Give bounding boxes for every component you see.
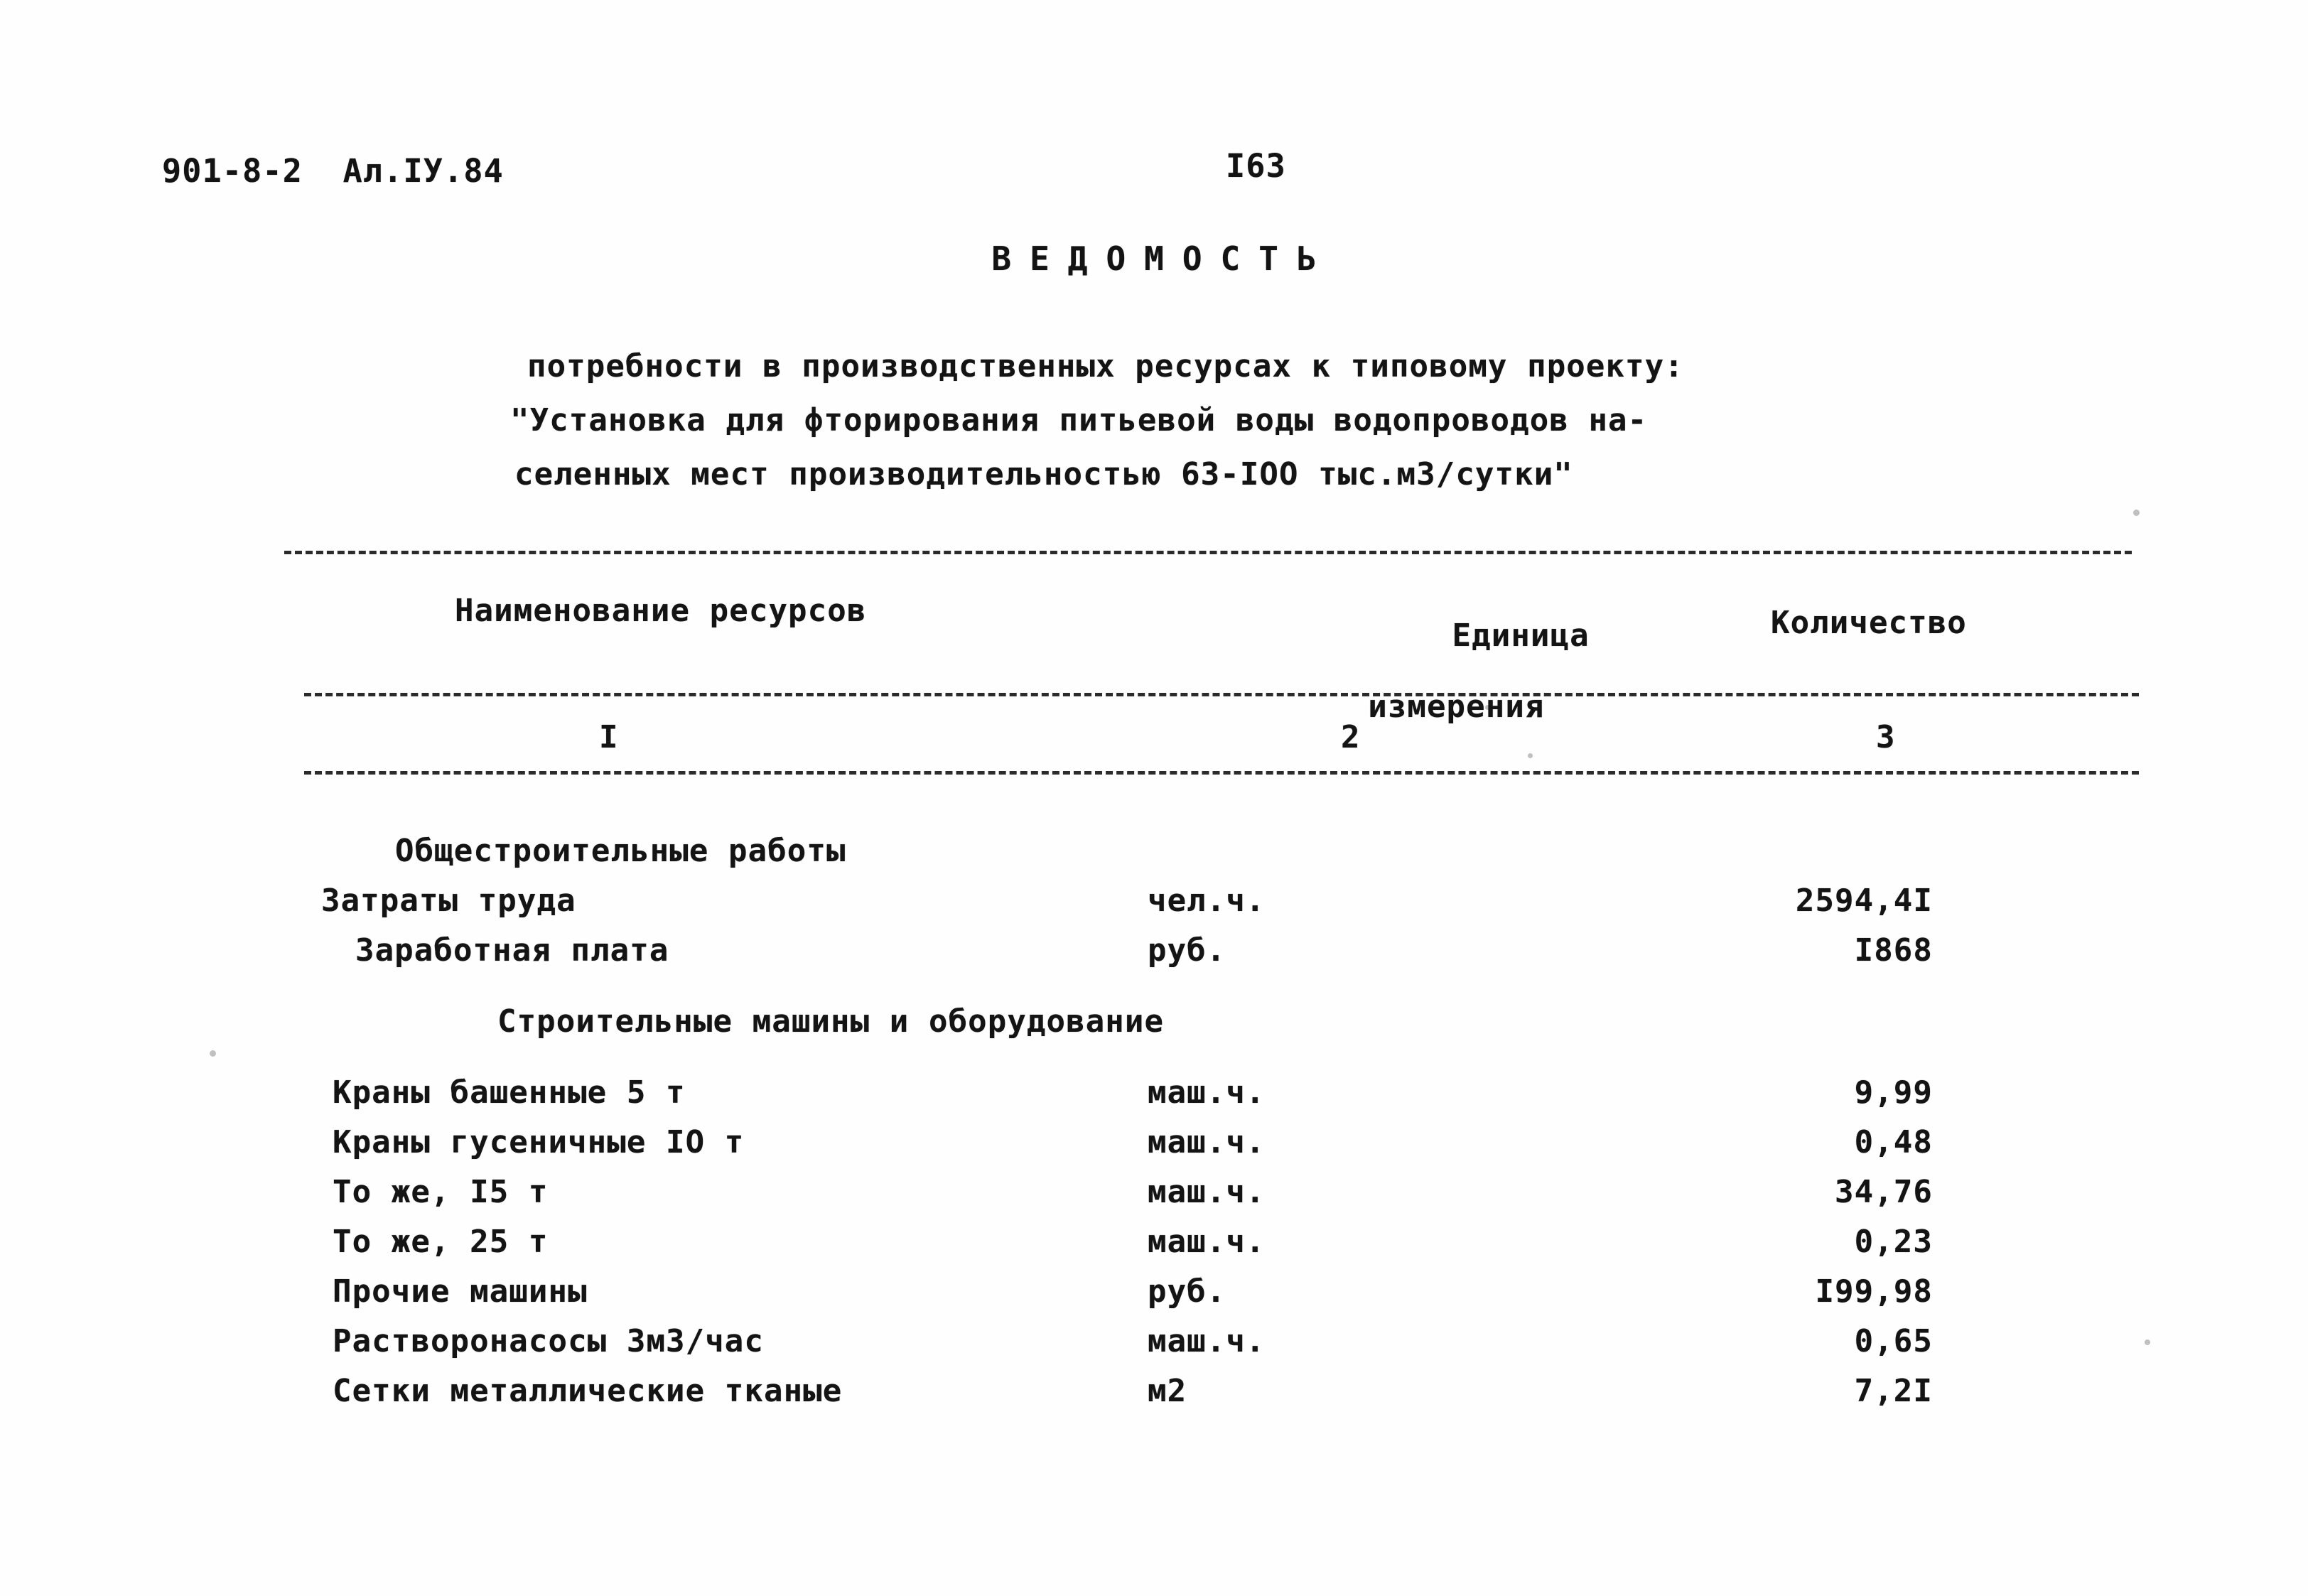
subtitle-line-2: "Установка для фторирования питьевой вод…	[510, 402, 1648, 438]
scan-speck	[2133, 509, 2140, 516]
resource-unit: маш.ч.	[1148, 1323, 1266, 1359]
resource-name: Заработная плата	[355, 932, 669, 969]
resource-unit: маш.ч.	[1148, 1174, 1266, 1210]
resource-name: Сетки металлические тканые	[333, 1373, 843, 1409]
resource-name: Строительные машины и оборудование	[497, 1003, 1165, 1040]
resource-quantity: 34,76	[1835, 1174, 1933, 1210]
table-rule-middle	[304, 693, 2139, 696]
column-header-quantity: Количество	[1771, 605, 1967, 641]
resource-quantity: I99,98	[1815, 1273, 1933, 1310]
resource-unit: руб.	[1148, 932, 1226, 969]
table-row: Краны башенные 5 т маш.ч. 9,99	[0, 1074, 2308, 1111]
page-title: ВЕДОМОСТЬ	[991, 239, 1335, 278]
resource-unit: чел.ч.	[1148, 883, 1266, 919]
resource-quantity: 0,48	[1854, 1124, 1933, 1160]
resource-name: Краны башенные 5 т	[333, 1074, 686, 1111]
column-number-2: 2	[1341, 719, 1360, 755]
table-row: Затраты труда чел.ч. 2594,4I	[0, 883, 2308, 920]
page-number: I63	[1226, 147, 1286, 185]
table-row: То же, 25 т маш.ч. 0,23	[0, 1224, 2308, 1261]
resource-unit: руб.	[1148, 1273, 1226, 1310]
document-code: 901-8-2 Ал.IУ.84	[162, 152, 504, 190]
resource-unit: м2	[1148, 1373, 1187, 1409]
resource-quantity: I868	[1854, 932, 1933, 969]
resource-name: То же, I5 т	[333, 1174, 549, 1210]
column-number-3: 3	[1876, 719, 1895, 755]
document-page: 901-8-2 Ал.IУ.84 I63 ВЕДОМОСТЬ потребнос…	[0, 0, 2308, 1596]
resource-quantity: 0,23	[1854, 1224, 1933, 1260]
resource-unit: маш.ч.	[1148, 1074, 1266, 1111]
table-row: Сетки металлические тканые м2 7,2I	[0, 1373, 2308, 1410]
table-row: Краны гусеничные IO т маш.ч. 0,48	[0, 1124, 2308, 1161]
resource-quantity: 9,99	[1854, 1074, 1933, 1111]
table-row: Заработная плата руб. I868	[0, 932, 2308, 969]
resource-name: Затраты труда	[321, 883, 576, 919]
column-header-unit: Единица измерения	[1334, 583, 1590, 796]
table-section-heading: Общестроительные работы	[0, 833, 2308, 870]
column-header-unit-line1: Единица	[1452, 618, 1590, 654]
resource-quantity: 0,65	[1854, 1323, 1933, 1359]
resource-name: Общестроительные работы	[395, 833, 846, 869]
table-row: Растворонасосы 3м3/час маш.ч. 0,65	[0, 1323, 2308, 1360]
table-rule-top	[284, 551, 2132, 554]
resource-unit: маш.ч.	[1148, 1224, 1266, 1260]
resource-quantity: 7,2I	[1854, 1373, 1933, 1409]
resource-quantity: 2594,4I	[1795, 883, 1933, 919]
resource-name: Краны гусеничные IO т	[333, 1124, 745, 1160]
table-rule-bottom	[304, 771, 2139, 775]
scan-speck	[210, 1050, 216, 1057]
subtitle-line-3: селенных мест производительностью 63-IOO…	[514, 456, 1573, 492]
table-row: Прочие машины руб. I99,98	[0, 1273, 2308, 1310]
resource-name: Прочие машины	[333, 1273, 588, 1310]
resource-unit: маш.ч.	[1148, 1124, 1266, 1160]
table-row: То же, I5 т маш.ч. 34,76	[0, 1174, 2308, 1211]
table-section-heading: Строительные машины и оборудование	[0, 1003, 2308, 1040]
column-number-1: I	[599, 719, 618, 755]
column-header-name: Наименование ресурсов	[455, 593, 867, 629]
resource-name: То же, 25 т	[333, 1224, 549, 1260]
resource-name: Растворонасосы 3м3/час	[333, 1323, 764, 1359]
subtitle-block: потребности в производственных ресурсах …	[510, 340, 1948, 502]
subtitle-line-1: потребности в производственных ресурсах …	[527, 348, 1684, 384]
